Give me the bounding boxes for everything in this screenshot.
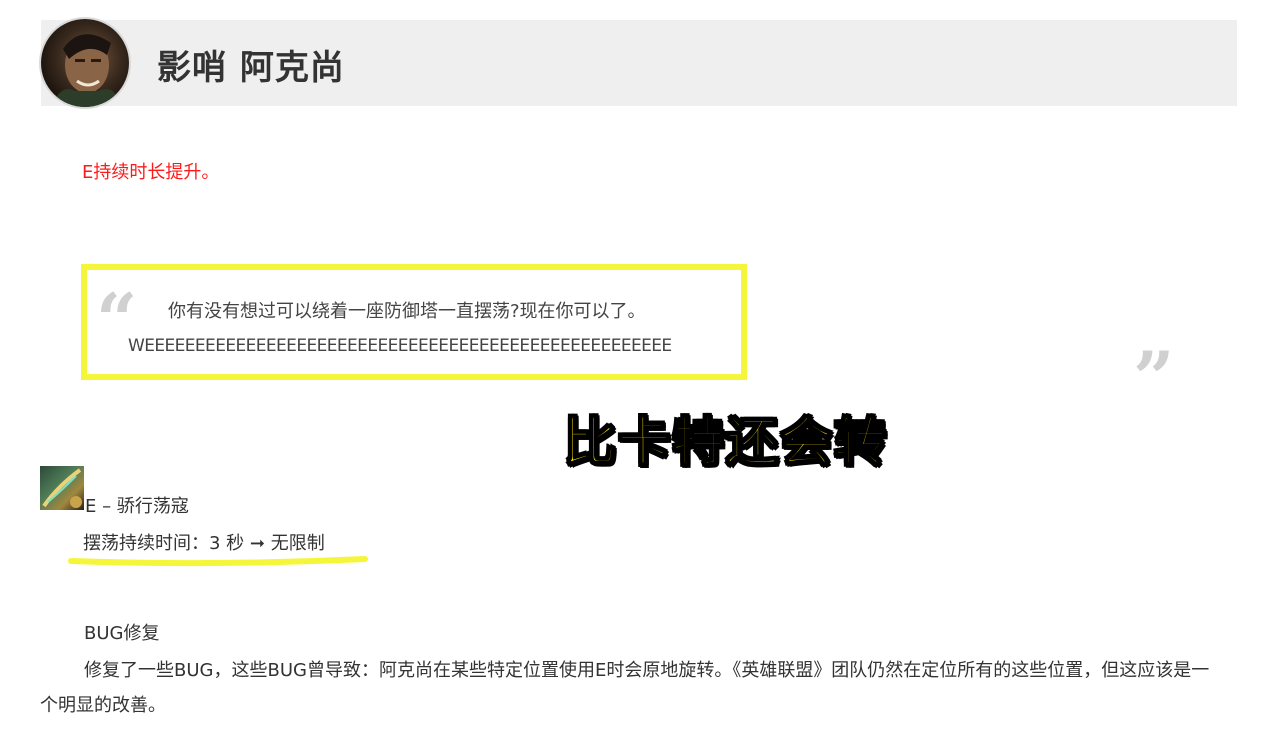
ability-name: E – 骄行荡寇: [85, 496, 189, 517]
champion-title: 影哨 阿克尚: [157, 48, 345, 88]
change-summary-note: E持续时长提升。: [82, 162, 220, 183]
champion-avatar: [41, 19, 129, 107]
overlay-caption: 比卡特还会转: [563, 412, 889, 474]
bugfix-heading: BUG修复: [84, 623, 160, 644]
quote-text-line2: WEEEEEEEEEEEEEEEEEEEEEEEEEEEEEEEEEEEEEEE…: [128, 336, 672, 356]
close-quote-icon: ”: [1133, 335, 1175, 420]
highlight-underline: [68, 556, 368, 567]
ability-e-icon: [40, 466, 84, 510]
ability-change-line: 摆荡持续时间：3 秒 ➞ 无限制: [83, 533, 325, 554]
quote-text-line1: 你有没有想过可以绕着一座防御塔一直摆荡?现在你可以了。: [168, 301, 646, 322]
bugfix-paragraph: 修复了一些BUG，这些BUG曾导致：阿克尚在某些特定位置使用E时会原地旋转。《英…: [40, 660, 1210, 716]
